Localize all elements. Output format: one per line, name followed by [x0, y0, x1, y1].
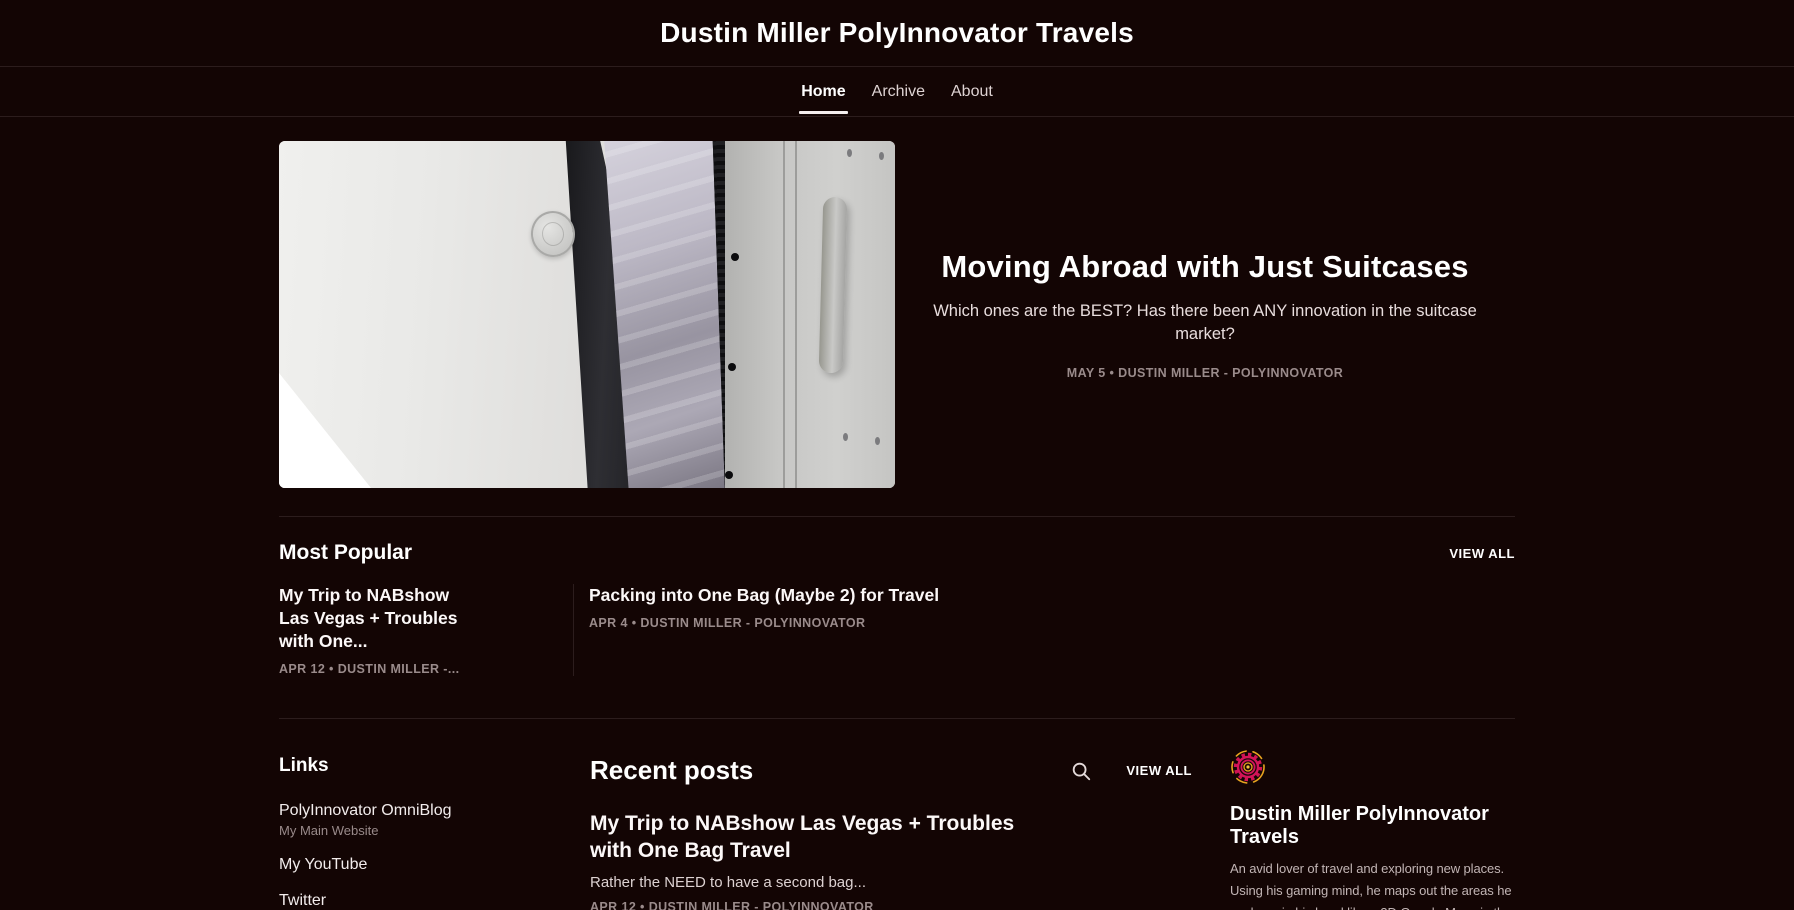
recent-post-excerpt: Rather the NEED to have a second bag...	[590, 874, 1020, 891]
featured-post-title[interactable]: Moving Abroad with Just Suitcases	[941, 249, 1468, 285]
popular-post-2-title[interactable]: Packing into One Bag (Maybe 2) for Trave…	[589, 585, 939, 605]
link-twitter[interactable]: Twitter	[279, 892, 326, 909]
nav-item-archive[interactable]: Archive	[872, 83, 925, 101]
main-navigation: Home Archive About	[0, 67, 1794, 117]
featured-post-text: Moving Abroad with Just Suitcases Which …	[895, 141, 1515, 488]
rivet	[843, 433, 848, 441]
recent-post-title[interactable]: My Trip to NABshow Las Vegas + Troubles …	[590, 811, 1020, 865]
featured-post-subtitle: Which ones are the BEST? Has there been …	[915, 300, 1495, 346]
section-divider	[279, 516, 1515, 517]
masthead: Dustin Miller PolyInnovator Travels	[0, 0, 1794, 67]
link-item-twitter: Twitter Contact Me!	[279, 892, 480, 910]
recent-post-thumbnail[interactable]	[1031, 815, 1192, 910]
suitcase-side-panel-art	[725, 141, 895, 488]
links-column: Links PolyInnovator OmniBlog My Main Web…	[279, 755, 480, 910]
about-site-description: An avid lover of travel and exploring ne…	[1230, 858, 1515, 910]
rivet	[847, 149, 852, 157]
site-logo[interactable]	[1230, 749, 1266, 785]
snap-button	[728, 363, 736, 371]
popular-post-1-thumbnail[interactable]	[491, 584, 557, 654]
search-icon	[1070, 760, 1092, 782]
link-omniblog[interactable]: PolyInnovator OmniBlog	[279, 802, 452, 819]
gear-logo-icon	[1230, 749, 1266, 785]
link-omniblog-subtitle: My Main Website	[279, 823, 480, 838]
section-divider	[279, 718, 1515, 719]
about-site-title: Dustin Miller PolyInnovator Travels	[1230, 803, 1515, 849]
most-popular-section: Most Popular VIEW ALL My Trip to NABshow…	[279, 541, 1515, 676]
panel-seam	[783, 141, 785, 488]
popular-post-1-title[interactable]: My Trip to NABshow Las Vegas + Troubles …	[279, 585, 458, 651]
panel-seam	[795, 141, 797, 488]
search-button[interactable]	[1070, 760, 1092, 782]
suitcase-handle-art	[819, 197, 848, 374]
recent-post-meta: APR 12 • DUSTIN MILLER - POLYINNOVATOR	[590, 900, 1020, 910]
most-popular-heading: Most Popular	[279, 541, 412, 565]
links-heading: Links	[279, 755, 480, 777]
blog-homepage: Dustin Miller PolyInnovator Travels Home…	[0, 0, 1794, 910]
recent-post: My Trip to NABshow Las Vegas + Troubles …	[590, 811, 1192, 910]
nav-item-about[interactable]: About	[951, 83, 993, 101]
nav-item-home[interactable]: Home	[801, 83, 845, 101]
snap-button	[725, 471, 733, 479]
link-youtube[interactable]: My YouTube	[279, 856, 367, 873]
popular-post-2-meta: APR 4 • DUSTIN MILLER - POLYINNOVATOR	[589, 616, 1515, 630]
recent-posts-column: Recent posts VIEW ALL My Trip to NABshow…	[590, 755, 1192, 910]
popular-post-2: Packing into One Bag (Maybe 2) for Trave…	[574, 584, 1515, 676]
featured-post-meta: MAY 5 • DUSTIN MILLER - POLYINNOVATOR	[1067, 366, 1343, 380]
link-item-youtube: My YouTube	[279, 856, 480, 874]
featured-post: Moving Abroad with Just Suitcases Which …	[279, 141, 1515, 488]
link-item-omniblog: PolyInnovator OmniBlog My Main Website	[279, 802, 480, 838]
site-title[interactable]: Dustin Miller PolyInnovator Travels	[660, 17, 1134, 49]
about-column: Dustin Miller PolyInnovator Travels An a…	[1230, 749, 1515, 910]
popular-post-1-meta: APR 12 • DUSTIN MILLER -...	[279, 662, 477, 676]
bottom-section: Links PolyInnovator OmniBlog My Main Web…	[279, 755, 1515, 910]
rivet	[879, 152, 884, 160]
most-popular-view-all-link[interactable]: VIEW ALL	[1449, 546, 1515, 561]
snap-button	[731, 253, 739, 261]
main-content: Moving Abroad with Just Suitcases Which …	[279, 117, 1515, 910]
featured-post-image[interactable]	[279, 141, 895, 488]
recent-view-all-link[interactable]: VIEW ALL	[1126, 763, 1192, 778]
recent-posts-heading: Recent posts	[590, 755, 753, 786]
rivet	[875, 437, 880, 445]
popular-post-1: My Trip to NABshow Las Vegas + Troubles …	[279, 584, 574, 676]
